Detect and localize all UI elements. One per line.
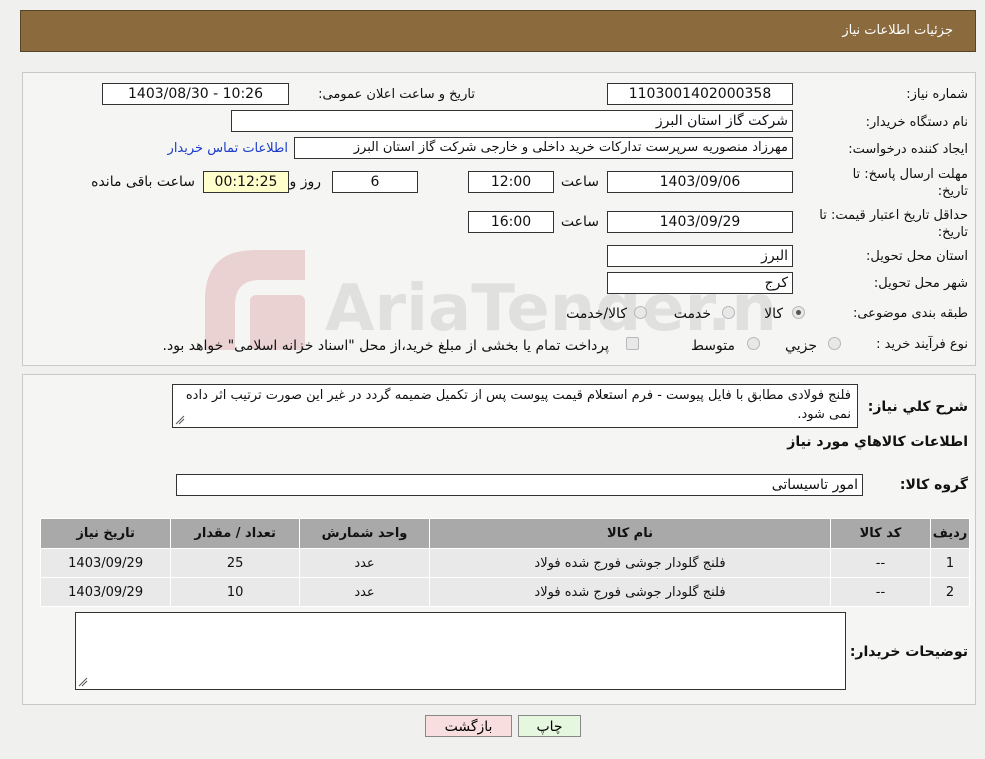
category-radio-both[interactable]: [634, 306, 647, 319]
price-validity-date-field: 1403/09/29: [607, 211, 793, 233]
province-field: البرز: [607, 245, 793, 267]
cell-index: 2: [929, 577, 971, 607]
goods-group-field: امور تاسیساتی: [176, 474, 863, 496]
goods-table-header: تاريخ نياز تعداد / مقدار واحد شمارش نام …: [39, 518, 971, 549]
category-option-both: کالا/خدمت: [566, 306, 627, 322]
category-radio-goods[interactable]: [792, 306, 805, 319]
category-option-goods: کالا: [764, 306, 783, 322]
summary-textarea[interactable]: فلنج فولادی مطابق با فایل پیوست - فرم اس…: [172, 384, 858, 428]
table-row: 1403/09/29 25 عدد فلنج گلودار جوشی فورج …: [39, 548, 971, 578]
city-label: شهر محل تحویل:: [873, 276, 968, 291]
table-row: 1403/09/29 10 عدد فلنج گلودار جوشی فورج …: [39, 577, 971, 607]
summary-label: شرح کلي نياز:: [867, 399, 968, 415]
col-code: کد کالا: [830, 518, 931, 549]
col-name: نام کالا: [428, 518, 832, 549]
cell-index: 1: [929, 548, 971, 578]
price-validity-label: حداقل تاریخ اعتبار قیمت: تا: [819, 208, 968, 223]
reply-deadline-date-field: 1403/09/06: [607, 171, 793, 193]
province-label: استان محل تحویل:: [866, 249, 968, 264]
requester-field: مهرزاد منصوریه سرپرست تدارکات خرید داخلی…: [294, 137, 793, 159]
page-title: جزئیات اطلاعات نیاز: [842, 23, 953, 38]
category-label: طبقه بندی موضوعی:: [852, 306, 968, 321]
reply-deadline-time-field: 12:00: [468, 171, 554, 193]
price-validity-time-label: ساعت: [560, 214, 599, 230]
announce-datetime-field: 1403/08/30 - 10:26: [102, 83, 289, 105]
purchase-type-option-minor: جزیي: [785, 338, 817, 354]
need-number-label: شماره نیاز:: [906, 87, 968, 102]
col-need-date: تاريخ نياز: [39, 518, 172, 549]
remaining-time-label: ساعت باقی مانده: [91, 174, 195, 190]
city-field: کرج: [607, 272, 793, 294]
category-option-service: خدمت: [673, 306, 711, 322]
col-index: رديف: [929, 518, 971, 549]
col-qty: تعداد / مقدار: [170, 518, 301, 549]
requester-label: ایجاد کننده درخواست:: [848, 142, 968, 157]
category-radio-service[interactable]: [722, 306, 735, 319]
page-header: جزئیات اطلاعات نیاز: [20, 10, 976, 52]
resize-grip-icon[interactable]: [78, 677, 88, 687]
remaining-days-field: 6: [332, 171, 418, 193]
col-unit: واحد شمارش: [299, 518, 430, 549]
buyer-notes-textarea[interactable]: [75, 612, 846, 690]
buyer-org-field: شرکت گاز استان البرز: [231, 110, 793, 132]
buyer-org-label: نام دستگاه خریدار:: [865, 115, 968, 130]
goods-section-title: اطلاعات کالاهاي مورد نياز: [787, 434, 968, 450]
cell-code: --: [830, 548, 931, 578]
announce-datetime-label: تاریخ و ساعت اعلان عمومی:: [318, 87, 475, 102]
treasury-checkbox[interactable]: [626, 337, 639, 350]
remaining-time-field: 00:12:25: [203, 171, 289, 193]
summary-text: فلنج فولادی مطابق با فایل پیوست - فرم اس…: [185, 388, 851, 422]
resize-grip-icon[interactable]: [175, 415, 185, 425]
reply-deadline-label-2: تاریخ:: [937, 184, 968, 199]
buyer-contact-link[interactable]: اطلاعات تماس خریدار: [168, 141, 288, 156]
buyer-notes-label: توضیحات خریدار:: [849, 644, 968, 660]
purchase-type-radio-minor[interactable]: [828, 337, 841, 350]
cell-name: فلنج گلودار جوشی فورج شده فولاد: [428, 548, 832, 578]
back-button[interactable]: بازگشت: [425, 715, 512, 737]
goods-group-label: گروه کالا:: [899, 477, 968, 493]
reply-deadline-label: مهلت ارسال پاسخ: تا: [852, 167, 968, 182]
need-number-field: 1103001402000358: [607, 83, 793, 105]
print-button[interactable]: چاپ: [518, 715, 581, 737]
goods-table: تاريخ نياز تعداد / مقدار واحد شمارش نام …: [39, 518, 971, 607]
cell-need-date: 1403/09/29: [39, 577, 172, 607]
cell-qty: 10: [170, 577, 301, 607]
cell-code: --: [830, 577, 931, 607]
reply-time-label: ساعت: [560, 174, 599, 190]
price-validity-time-field: 16:00: [468, 211, 554, 233]
cell-qty: 25: [170, 548, 301, 578]
treasury-note: پرداخت تمام یا بخشی از مبلغ خرید،از محل …: [162, 338, 609, 354]
days-label: روز و: [289, 174, 322, 190]
cell-need-date: 1403/09/29: [39, 548, 172, 578]
purchase-type-label: نوع فرآیند خرید :: [876, 337, 968, 352]
cell-unit: عدد: [299, 577, 430, 607]
purchase-type-option-medium: متوسط: [691, 338, 735, 354]
cell-unit: عدد: [299, 548, 430, 578]
purchase-type-radio-medium[interactable]: [747, 337, 760, 350]
cell-name: فلنج گلودار جوشی فورج شده فولاد: [428, 577, 832, 607]
price-validity-label-2: تاریخ:: [937, 225, 968, 240]
